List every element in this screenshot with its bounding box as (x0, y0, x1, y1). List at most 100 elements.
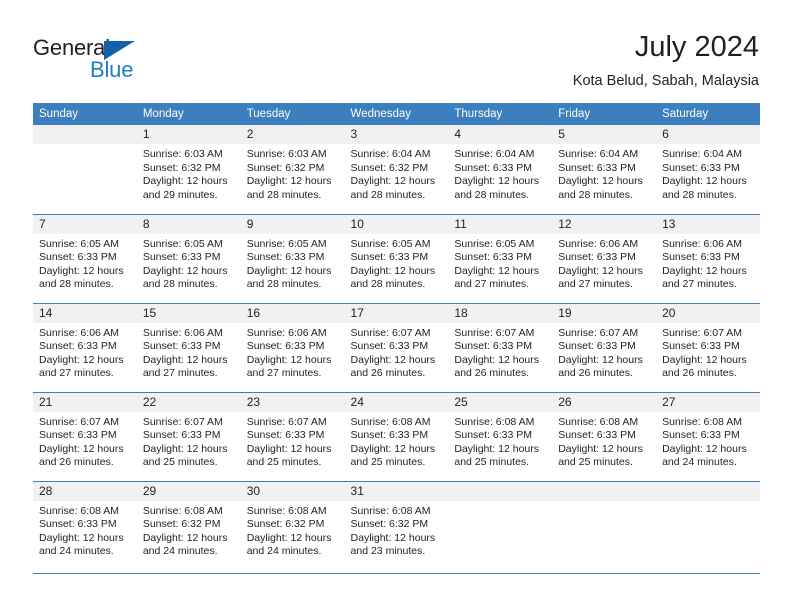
sunrise-text: Sunrise: 6:04 AM (454, 148, 535, 160)
calendar-day-cell[interactable]: 22 Sunrise: 6:07 AM Sunset: 6:33 PM Dayligh… (136, 392, 241, 482)
daylight-text-line2: and 26 minutes. (662, 367, 737, 380)
calendar-day-cell[interactable]: 2 Sunrise: 6:03 AM Sunset: 6:32 PM Daylight… (240, 125, 345, 215)
sunrise-text: Sunrise: 6:07 AM (142, 415, 223, 428)
calendar-day-cell[interactable]: 28 Sunrise: 6:08 AM Sunset: 6:33 PM Dayligh… (33, 481, 137, 574)
sunrise-text: Sunrise: 6:06 AM (246, 326, 327, 339)
calendar-day-cell[interactable]: 24 Sunrise: 6:08 AM Sunset: 6:33 PM Dayligh… (344, 392, 449, 482)
daylight-text-line2: and 28 minutes. (662, 188, 737, 201)
sunrise-text: Sunrise: 6:07 AM (350, 326, 431, 339)
calendar-day-cell[interactable]: 3 Sunrise: 6:04 AM Sunset: 6:32 PM Daylight… (344, 125, 449, 215)
sunrise-text: Sunrise: 6:06 AM (39, 326, 119, 339)
day-details: Sunrise: 6:07 AM Sunset: 6:33 PM Daylight:… (552, 323, 656, 381)
sunrise-text: Sunrise: 6:07 AM (558, 326, 639, 339)
daylight-text-line2: and 25 minutes. (142, 456, 218, 469)
sunset-text: Sunset: 6:33 PM (142, 429, 221, 442)
calendar-day-cell-empty (33, 125, 137, 215)
daylight-text-line1: Daylight: 12 hours (246, 353, 332, 366)
calendar-day-cell[interactable]: 30 Sunrise: 6:08 AM Sunset: 6:32 PM Dayligh… (240, 481, 345, 574)
calendar-day-cell[interactable]: 29 Sunrise: 6:08 AM Sunset: 6:32 PM Dayligh… (136, 481, 241, 574)
day-details: Sunrise: 6:07 AM Sunset: 6:33 PM Daylight:… (137, 412, 241, 470)
day-number: 26 (552, 392, 657, 412)
calendar-week-row: 21 Sunrise: 6:07 AM Sunset: 6:33 PM Dayligh… (33, 392, 760, 482)
sunset-text: Sunset: 6:33 PM (662, 161, 740, 174)
sunset-text: Sunset: 6:33 PM (350, 429, 429, 442)
daylight-text-line1: Daylight: 12 hours (350, 442, 436, 455)
daylight-text-line1: Daylight: 12 hours (662, 175, 747, 188)
calendar-day-cell[interactable]: 5 Sunrise: 6:04 AM Sunset: 6:33 PM Daylight… (552, 125, 657, 215)
calendar-day-cell[interactable]: 11 Sunrise: 6:05 AM Sunset: 6:33 PM Dayligh… (448, 214, 553, 304)
daylight-text-line2: and 27 minutes. (142, 367, 218, 380)
sunrise-text: Sunrise: 6:05 AM (350, 237, 431, 250)
calendar-day-cell[interactable]: 16 Sunrise: 6:06 AM Sunset: 6:33 PM Dayligh… (240, 303, 345, 393)
calendar-day-cell[interactable]: 26 Sunrise: 6:08 AM Sunset: 6:33 PM Dayligh… (552, 392, 657, 482)
day-number: 30 (240, 481, 345, 501)
daylight-text-line1: Daylight: 12 hours (558, 442, 643, 455)
day-number: 18 (448, 303, 553, 323)
daylight-text-line2: and 25 minutes. (454, 456, 530, 469)
calendar-day-cell[interactable]: 12 Sunrise: 6:06 AM Sunset: 6:33 PM Dayligh… (552, 214, 657, 304)
calendar-day-cell[interactable]: 21 Sunrise: 6:07 AM Sunset: 6:33 PM Dayligh… (33, 392, 137, 482)
day-number: 23 (240, 392, 345, 412)
day-number: 3 (344, 125, 449, 144)
day-number: 28 (33, 481, 137, 501)
calendar-day-cell[interactable]: 4 Sunrise: 6:04 AM Sunset: 6:33 PM Daylight… (448, 125, 553, 215)
calendar-day-cell[interactable]: 7 Sunrise: 6:05 AM Sunset: 6:33 PM Daylight… (33, 214, 137, 304)
calendar-day-cell[interactable]: 17 Sunrise: 6:07 AM Sunset: 6:33 PM Dayligh… (344, 303, 449, 393)
day-details: Sunrise: 6:08 AM Sunset: 6:32 PM Daylight:… (137, 501, 241, 559)
daylight-text-line2: and 26 minutes. (454, 367, 530, 380)
sunrise-text: Sunrise: 6:08 AM (142, 504, 223, 517)
calendar-day-cell[interactable]: 13 Sunrise: 6:06 AM Sunset: 6:33 PM Dayligh… (656, 214, 760, 304)
calendar-day-cell[interactable]: 14 Sunrise: 6:06 AM Sunset: 6:33 PM Dayligh… (33, 303, 137, 393)
calendar-day-cell[interactable]: 20 Sunrise: 6:07 AM Sunset: 6:33 PM Dayligh… (656, 303, 760, 393)
day-details: Sunrise: 6:06 AM Sunset: 6:33 PM Daylight:… (137, 323, 241, 381)
daylight-text-line2: and 24 minutes. (39, 545, 114, 558)
sunrise-text: Sunrise: 6:07 AM (246, 415, 327, 428)
calendar-day-cell[interactable]: 1 Sunrise: 6:03 AM Sunset: 6:32 PM Daylight… (136, 125, 241, 215)
sunrise-text: Sunrise: 6:08 AM (454, 415, 535, 428)
calendar-day-cell[interactable]: 27 Sunrise: 6:08 AM Sunset: 6:33 PM Dayligh… (656, 392, 760, 482)
daylight-text-line1: Daylight: 12 hours (558, 353, 643, 366)
daylight-text-line1: Daylight: 12 hours (142, 175, 228, 188)
sunset-text: Sunset: 6:33 PM (454, 251, 533, 264)
calendar-day-cell[interactable]: 8 Sunrise: 6:05 AM Sunset: 6:33 PM Daylight… (136, 214, 241, 304)
daylight-text-line2: and 26 minutes. (39, 456, 114, 469)
calendar-day-cell[interactable]: 19 Sunrise: 6:07 AM Sunset: 6:33 PM Dayligh… (552, 303, 657, 393)
logo-word-blue: Blue (90, 57, 134, 82)
day-details: Sunrise: 6:06 AM Sunset: 6:33 PM Daylight:… (241, 323, 345, 381)
day-details: Sunrise: 6:04 AM Sunset: 6:32 PM Daylight:… (345, 144, 449, 202)
daylight-text-line1: Daylight: 12 hours (662, 353, 747, 366)
daylight-text-line2: and 24 minutes. (246, 545, 322, 558)
day-details: Sunrise: 6:06 AM Sunset: 6:33 PM Daylight:… (656, 234, 760, 292)
daylight-text-line2: and 27 minutes. (39, 367, 114, 380)
daylight-text-line2: and 28 minutes. (350, 278, 426, 291)
day-details: Sunrise: 6:08 AM Sunset: 6:32 PM Daylight:… (345, 501, 449, 559)
calendar-day-cell[interactable]: 31 Sunrise: 6:08 AM Sunset: 6:32 PM Dayligh… (344, 481, 449, 574)
day-number: 21 (33, 392, 137, 412)
calendar-day-cell[interactable]: 25 Sunrise: 6:08 AM Sunset: 6:33 PM Dayligh… (448, 392, 553, 482)
general-blue-logo[interactable]: General Blue (33, 35, 173, 82)
calendar-day-cell[interactable]: 9 Sunrise: 6:05 AM Sunset: 6:33 PM Daylight… (240, 214, 345, 304)
day-details: Sunrise: 6:08 AM Sunset: 6:33 PM Daylight:… (33, 501, 137, 559)
page-title: July 2024 (634, 31, 759, 63)
page-header: General Blue July 2024 Kota Belud, Sabah… (0, 0, 792, 98)
day-number: 2 (240, 125, 345, 144)
day-number: 29 (136, 481, 241, 501)
calendar-day-cell[interactable]: 6 Sunrise: 6:04 AM Sunset: 6:33 PM Daylight… (656, 125, 760, 215)
day-number (552, 481, 657, 501)
calendar-week-row: 7 Sunrise: 6:05 AM Sunset: 6:33 PM Daylight… (33, 214, 760, 304)
calendar-day-cell[interactable]: 15 Sunrise: 6:06 AM Sunset: 6:33 PM Dayligh… (136, 303, 241, 393)
daylight-text-line1: Daylight: 12 hours (350, 175, 436, 188)
daylight-text-line2: and 25 minutes. (558, 456, 633, 469)
daylight-text-line1: Daylight: 12 hours (246, 175, 332, 188)
sunset-text: Sunset: 6:32 PM (246, 518, 325, 531)
daylight-text-line1: Daylight: 12 hours (142, 531, 228, 544)
calendar-day-cell[interactable]: 23 Sunrise: 6:07 AM Sunset: 6:33 PM Dayligh… (240, 392, 345, 482)
sunrise-text: Sunrise: 6:08 AM (350, 415, 431, 428)
sunrise-text: Sunrise: 6:05 AM (246, 237, 327, 250)
sunset-text: Sunset: 6:33 PM (558, 161, 636, 174)
sunset-text: Sunset: 6:33 PM (662, 429, 740, 442)
calendar-day-cell[interactable]: 18 Sunrise: 6:07 AM Sunset: 6:33 PM Dayligh… (448, 303, 553, 393)
calendar-day-cell[interactable]: 10 Sunrise: 6:05 AM Sunset: 6:33 PM Dayligh… (344, 214, 449, 304)
sunrise-text: Sunrise: 6:04 AM (662, 148, 743, 160)
daylight-text-line2: and 28 minutes. (142, 278, 218, 291)
